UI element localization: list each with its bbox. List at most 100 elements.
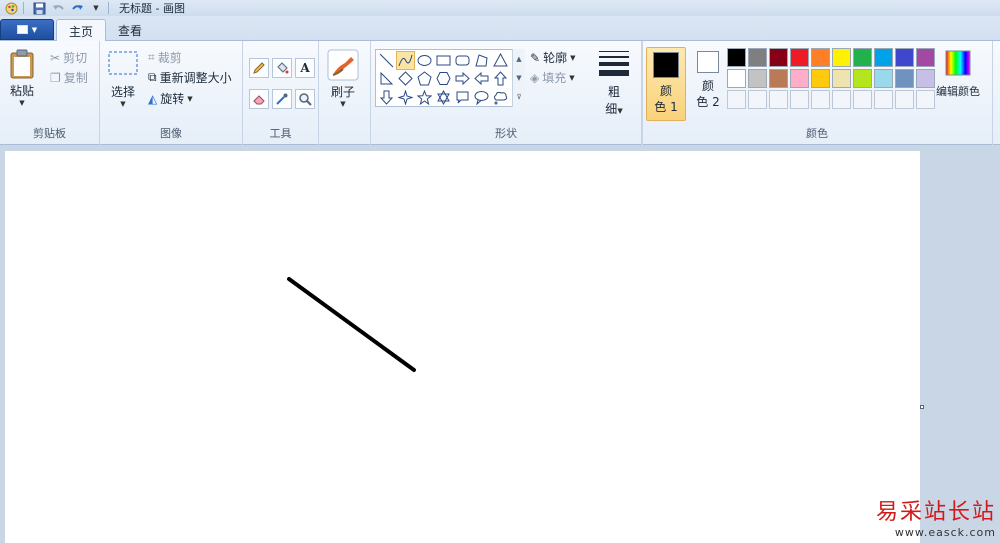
right-triangle-shape-icon[interactable] (377, 69, 396, 88)
separator (23, 2, 24, 14)
four-point-star-shape-icon[interactable] (396, 88, 415, 107)
copy-label: 复制 (63, 71, 88, 85)
group-label-clipboard: 剪贴板 (33, 127, 66, 140)
workspace (0, 146, 1000, 543)
brushes-label: 刷子 (330, 85, 355, 99)
fill-label: 填充 (542, 71, 567, 85)
paste-label: 粘贴 (9, 84, 34, 98)
chevron-down-icon: ▼ (31, 25, 38, 34)
tab-view[interactable]: 查看 (106, 19, 154, 41)
rectangle-shape-icon[interactable] (434, 51, 453, 70)
eraser-icon[interactable] (249, 89, 269, 109)
outline-button[interactable]: ✎ 轮廓 ▼ (530, 49, 575, 66)
oval-shape-icon[interactable] (415, 51, 434, 70)
group-label-shapes: 形状 (495, 127, 517, 140)
up-arrow-shape-icon[interactable] (491, 69, 510, 88)
down-arrow-shape-icon[interactable] (377, 88, 396, 107)
text-icon[interactable]: A (295, 58, 315, 78)
diamond-shape-icon[interactable] (396, 69, 415, 88)
fill-bucket-icon[interactable] (272, 58, 292, 78)
color-picker-icon[interactable] (272, 89, 292, 109)
outline-pen-icon: ✎ (530, 50, 541, 65)
watermark-brand: 易采站长站 (875, 500, 996, 525)
group-image: 选择 ▼ ⌗ 裁剪 ⧉ 重新调整大小 ◭ 旋转 ▼ 图像 (100, 41, 243, 145)
group-brushes: 刷子 ▼ (319, 41, 371, 145)
group-label-colors: 颜色 (806, 127, 828, 140)
ribbon: 粘贴 ▼ ✂ 剪切 ❐ 复制 剪贴板 选择 ▼ ⌗ 裁剪 ⧉ 重新调整大小 ◭ … (0, 41, 1000, 145)
brushes-button[interactable]: 刷子 ▼ (327, 49, 359, 108)
size-label-1: 粗 (607, 85, 620, 99)
ribbon-tab-row: ▼ 主页 查看 (0, 16, 1000, 42)
crop-button[interactable]: ⌗ 裁剪 (148, 49, 182, 66)
select-label: 选择 (110, 85, 135, 99)
scissors-icon: ✂ (50, 50, 61, 65)
window-title: 无标题 - 画图 (119, 2, 185, 15)
shapes-gallery (375, 49, 525, 107)
cut-button[interactable]: ✂ 剪切 (50, 49, 87, 66)
pencil-icon[interactable] (249, 58, 269, 78)
resize-button[interactable]: ⧉ 重新调整大小 (148, 69, 232, 86)
shapes-scrollbar[interactable]: ▲ ▼ ⊽ (512, 49, 525, 107)
chevron-down-icon: ▼ (569, 73, 575, 82)
paint-app-icon[interactable] (3, 1, 19, 15)
rounded-callout-shape-icon[interactable] (453, 88, 472, 107)
rounded-rectangle-shape-icon[interactable] (453, 51, 472, 70)
scroll-up-icon[interactable]: ▲ (516, 55, 521, 63)
resize-icon: ⧉ (148, 70, 157, 84)
drawing-canvas[interactable] (5, 151, 920, 543)
fill-button[interactable]: ◈ 填充 ▼ (530, 69, 575, 86)
chevron-down-icon: ▼ (120, 100, 126, 108)
customize-quick-access-icon[interactable]: ▼ (88, 1, 104, 15)
fill-bucket-icon: ◈ (530, 70, 540, 85)
copy-icon: ❐ (50, 70, 61, 85)
right-arrow-shape-icon[interactable] (453, 69, 472, 88)
cloud-callout-shape-icon[interactable] (491, 88, 510, 107)
canvas-resize-handle[interactable] (920, 405, 924, 409)
undo-icon[interactable] (50, 1, 66, 15)
drawn-line (287, 277, 416, 372)
save-icon[interactable] (31, 1, 47, 15)
crop-label: 裁剪 (157, 51, 182, 65)
rotate-icon: ◭ (148, 91, 158, 106)
chevron-down-icon: ▼ (19, 99, 25, 107)
magnifier-icon[interactable] (295, 89, 315, 109)
select-rectangle-icon (108, 51, 138, 75)
select-button[interactable]: 选择 ▼ (108, 51, 138, 108)
left-arrow-shape-icon[interactable] (472, 69, 491, 88)
rotate-label: 旋转 (160, 92, 185, 106)
redo-icon[interactable] (69, 1, 85, 15)
pentagon-shape-icon[interactable] (415, 69, 434, 88)
outline-label: 轮廓 (543, 51, 568, 65)
copy-button[interactable]: ❐ 复制 (50, 69, 88, 86)
group-label-tools: 工具 (269, 127, 292, 140)
paint-menu-button[interactable]: ▼ (0, 19, 54, 40)
oval-callout-shape-icon[interactable] (472, 88, 491, 107)
brush-icon (327, 49, 359, 81)
canvas-drawing (287, 277, 416, 372)
polygon-shape-icon[interactable] (472, 51, 491, 70)
cut-label: 剪切 (63, 51, 88, 65)
title-bar: ▼ 无标题 - 画图 (0, 0, 1000, 16)
hexagon-shape-icon[interactable] (434, 69, 453, 88)
watermark-url: www.easck.com (894, 526, 996, 539)
five-point-star-shape-icon[interactable] (415, 88, 434, 107)
more-shapes-icon[interactable]: ⊽ (516, 93, 521, 101)
line-shape-icon[interactable] (377, 51, 396, 70)
clipboard-icon (10, 49, 34, 79)
separator (108, 2, 109, 14)
chevron-down-icon: ▼ (570, 53, 576, 62)
crop-icon: ⌗ (148, 50, 155, 64)
group-clipboard: 粘贴 ▼ ✂ 剪切 ❐ 复制 剪贴板 (0, 41, 100, 145)
triangle-shape-icon[interactable] (491, 51, 510, 70)
curve-shape-icon[interactable] (396, 51, 415, 70)
watermark: 易采站长站 www.easck.com (876, 494, 996, 539)
rotate-button[interactable]: ◭ 旋转 ▼ (148, 90, 193, 107)
size-button[interactable]: 粗 细▼ (597, 49, 631, 117)
line-width-icon (599, 51, 629, 76)
six-point-star-shape-icon[interactable] (434, 88, 453, 107)
document-icon (16, 25, 28, 34)
tab-home[interactable]: 主页 (56, 19, 107, 42)
paste-button[interactable]: 粘贴 ▼ (8, 49, 36, 107)
scroll-down-icon[interactable]: ▼ (516, 74, 521, 82)
group-colors: 颜色 (642, 41, 993, 145)
